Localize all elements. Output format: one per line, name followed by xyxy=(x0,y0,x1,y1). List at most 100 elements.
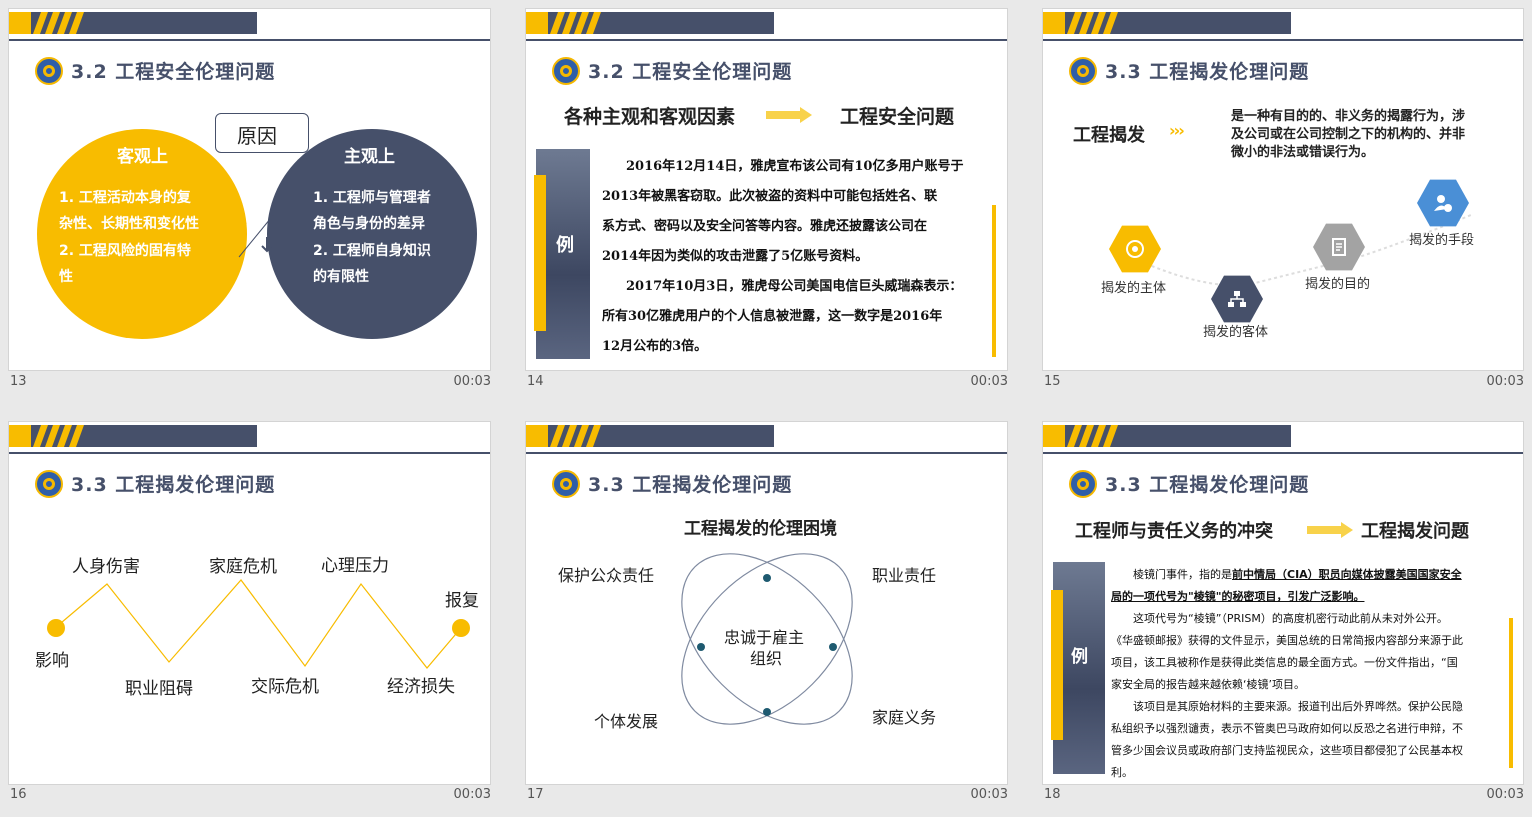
slide-canvas: 3.2 工程安全伦理问题 各种主观和客观因素 工程安全问题 例 2016年12月… xyxy=(525,8,1008,371)
slide-title: 3.3 工程揭发伦理问题 xyxy=(1105,474,1310,496)
issue-label: 工程揭发问题 xyxy=(1361,521,1469,542)
university-logo-icon xyxy=(552,57,580,85)
example-label: 例 xyxy=(556,235,574,256)
objective-text: 2. 工程风险的固有特 xyxy=(59,243,191,259)
chevrons-icon: ››› xyxy=(1169,121,1185,140)
article-line: 《华盛顿邮报》获得的文件显示，美国总统的日常简报内容部分来源于此 xyxy=(1111,634,1463,647)
article-line: 私组织予以强烈谴责，表示不管奥巴马政府如何以反恐之名进行申辩，不 xyxy=(1111,722,1463,735)
zigzag-line xyxy=(47,579,470,669)
slide-canvas: 3.3 工程揭发伦理问题 工程师与责任义务的冲突 工程揭发问题 例 棱镜门事件，… xyxy=(1042,421,1524,785)
arrow-right-icon xyxy=(766,107,812,123)
slide-header-band xyxy=(526,9,1007,49)
paragraph-line: 2013年被黑客窃取。此次被盗的资料中可能包括姓名、联 xyxy=(602,189,938,204)
paragraph-line: 2014年因为类似的攻击泄露了5亿账号资料。 xyxy=(602,249,869,264)
article-line: 该项目是其原始材料的主要来源。报道刊出后外界哗然。保护公民隐 xyxy=(1133,700,1463,713)
slide-canvas: 3.3 工程揭发伦理问题 工程揭发的伦理困境 保护公众责任 职业责任 个体发展 … xyxy=(525,421,1008,785)
conflict-label: 工程师与责任义务的冲突 xyxy=(1075,521,1273,542)
impact-label: 家庭危机 xyxy=(209,557,277,577)
objective-text: 性 xyxy=(59,269,73,285)
definition-text: 及公司或在公司控制之下的机构的、并非 xyxy=(1231,127,1466,142)
dilemma-label: 家庭义务 xyxy=(872,708,937,727)
slide-canvas: 3.3 工程揭发伦理问题 工程揭发 ››› 是一种有目的的、非义务的揭露行为，涉… xyxy=(1042,8,1524,371)
objective-text: 杂性、长期性和变化性 xyxy=(59,216,199,232)
slide-title: 3.3 工程揭发伦理问题 xyxy=(1105,61,1310,83)
article-line: 管多少国会议员或政府部门支持监视民众，这些项目都侵犯了公民基本权 xyxy=(1111,744,1463,757)
article-line: 家安全局的报告越来越依赖‘棱镜’项目。 xyxy=(1111,678,1305,691)
slide-thumbnail-16[interactable]: 3.3 工程揭发伦理问题 人身伤害 家庭危机 心理压力 报复 影响 职业阻碍 交… xyxy=(8,421,491,806)
slide-number: 18 xyxy=(1044,787,1061,802)
slide-timing: 00:03 xyxy=(1486,374,1524,389)
article-line: 项目，该工具被称作是获得此类信息的最全面方式。一份文件指出，“国 xyxy=(1111,656,1458,669)
slide-thumbnail-14[interactable]: 3.2 工程安全伦理问题 各种主观和客观因素 工程安全问题 例 2016年12月… xyxy=(525,8,1008,393)
slide-thumbnail-15[interactable]: 3.3 工程揭发伦理问题 工程揭发 ››› 是一种有目的的、非义务的揭露行为，涉… xyxy=(1042,8,1524,393)
paragraph-line: 12月公布的3倍。 xyxy=(602,339,708,354)
university-logo-icon xyxy=(1069,57,1097,85)
paragraph-line: 系方式、密码以及安全问答等内容。雅虎还披露该公司在 xyxy=(602,219,928,234)
example-label: 例 xyxy=(1071,647,1088,667)
objective-heading: 客观上 xyxy=(117,147,168,167)
slide-number: 16 xyxy=(10,787,27,802)
accent-bar xyxy=(1509,618,1513,768)
slide-number: 14 xyxy=(527,374,544,389)
document-icon xyxy=(1332,238,1346,256)
paragraph-line: 2017年10月3日，雅虎母公司美国电信巨头威瑞森表示： xyxy=(626,279,963,294)
center-label: 组织 xyxy=(750,649,783,668)
term-label: 工程揭发 xyxy=(1073,125,1145,146)
arrow-right-icon xyxy=(1307,522,1353,538)
result-label: 工程安全问题 xyxy=(840,106,955,128)
subjective-text: 1. 工程师与管理者 xyxy=(313,190,431,206)
subjective-text: 2. 工程师自身知识 xyxy=(313,243,431,259)
subjective-text: 的有限性 xyxy=(313,269,369,285)
slide-canvas: 3.3 工程揭发伦理问题 人身伤害 家庭危机 心理压力 报复 影响 职业阻碍 交… xyxy=(8,421,491,785)
impact-label: 交际危机 xyxy=(251,677,319,697)
impact-label: 人身伤害 xyxy=(72,557,140,577)
paragraph-line: 2016年12月14日，雅虎宣布该公司有10亿多用户账号于 xyxy=(626,159,964,174)
paragraph-line: 所有30亿雅虎用户的个人信息被泄露，这一数字是2016年 xyxy=(602,309,943,324)
dilemma-label: 职业责任 xyxy=(872,566,937,585)
subjective-text: 角色与身份的差异 xyxy=(313,216,425,232)
cause-label: 各种主观和客观因素 xyxy=(564,106,736,128)
hierarchy-icon xyxy=(1228,291,1246,307)
impact-label: 报复 xyxy=(445,591,479,611)
slide-header-band xyxy=(1043,422,1523,462)
impact-label: 影响 xyxy=(35,651,69,671)
slide-timing: 00:03 xyxy=(970,787,1008,802)
impact-label: 职业阻碍 xyxy=(125,679,193,699)
slide-number: 17 xyxy=(527,787,544,802)
slide-title: 3.2 工程安全伦理问题 xyxy=(588,61,793,83)
slide-timing: 00:03 xyxy=(453,787,491,802)
article-line: 局的一项代号为"棱镜"的秘密项目，引发广泛影响。 xyxy=(1111,590,1365,603)
slide-timing: 00:03 xyxy=(453,374,491,389)
slide-number: 15 xyxy=(1044,374,1061,389)
slide-thumbnail-17[interactable]: 3.3 工程揭发伦理问题 工程揭发的伦理困境 保护公众责任 职业责任 个体发展 … xyxy=(525,421,1008,806)
arrows-icon xyxy=(235,212,276,258)
article-line: 利。 xyxy=(1111,766,1133,779)
article-line: 这项代号为“棱镜”（PRISM）的高度机密行动此前从未对外公开。 xyxy=(1133,612,1448,625)
objective-text: 1. 工程活动本身的复 xyxy=(59,190,191,206)
slide-number: 13 xyxy=(10,374,27,389)
definition-text: 是一种有目的的、非义务的揭露行为，涉 xyxy=(1231,109,1466,124)
dilemma-label: 保护公众责任 xyxy=(558,566,655,585)
article-line: 棱镜门事件，指的是前中情局（CIA）职员向媒体披露美国国家安全 xyxy=(1133,568,1462,581)
definition-text: 微小的非法或错误行为。 xyxy=(1231,145,1375,160)
slide-thumbnail-13[interactable]: 3.2 工程安全伦理问题 原因 客观上 1. 工程活动本身的复 杂性、长期性和变… xyxy=(8,8,491,393)
subjective-heading: 主观上 xyxy=(344,147,395,167)
accent-bar xyxy=(992,205,996,357)
example-photo xyxy=(1051,562,1105,774)
slide-header-band xyxy=(1043,9,1523,49)
slide-timing: 00:03 xyxy=(1486,787,1524,802)
node-label: 揭发的手段 xyxy=(1409,233,1475,248)
slide-canvas: 3.2 工程安全伦理问题 原因 客观上 1. 工程活动本身的复 杂性、长期性和变… xyxy=(8,8,491,371)
slide-timing: 00:03 xyxy=(970,374,1008,389)
user-check-icon xyxy=(1434,195,1452,212)
dilemma-label: 个体发展 xyxy=(594,712,659,731)
slide-header-band xyxy=(9,9,490,49)
slide-thumbnail-18[interactable]: 3.3 工程揭发伦理问题 工程师与责任义务的冲突 工程揭发问题 例 棱镜门事件，… xyxy=(1042,421,1524,806)
impact-label: 经济损失 xyxy=(387,677,455,697)
university-logo-icon xyxy=(1069,470,1097,498)
university-logo-icon xyxy=(35,57,63,85)
node-label: 揭发的目的 xyxy=(1305,277,1371,292)
node-label: 揭发的客体 xyxy=(1203,325,1269,340)
target-icon xyxy=(1126,240,1144,258)
slide-title: 3.2 工程安全伦理问题 xyxy=(71,61,276,83)
